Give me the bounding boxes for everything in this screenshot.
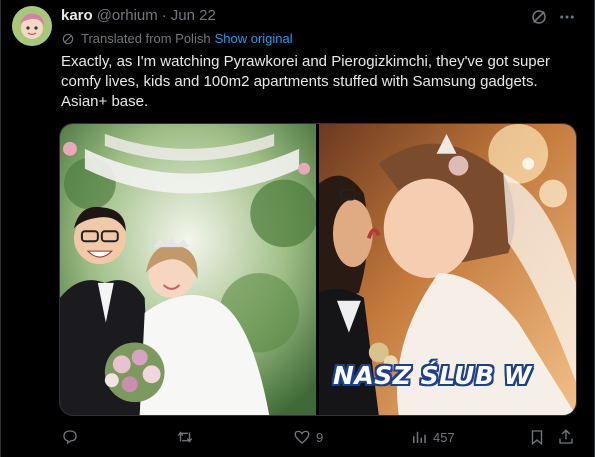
post-text: Exactly, as I'm watching Pyrawkorei and … <box>61 52 586 112</box>
post-header: karo @orhium · Jun 22 <box>61 7 216 24</box>
post-text-line: comfy lives, kids and 100m2 apartments s… <box>61 73 538 90</box>
post[interactable]: karo @orhium · Jun 22 Translated from Po… <box>0 0 595 457</box>
wedding-photo-left[interactable] <box>60 124 316 415</box>
translation-note: Translated from Polish Show original <box>61 31 293 46</box>
more-icon[interactable] <box>557 8 577 26</box>
share-icon <box>559 429 573 444</box>
reply-button[interactable] <box>61 428 84 446</box>
views-count: 457 <box>433 429 455 445</box>
media-gallery[interactable]: NASZ ŚLUB W <box>59 123 577 416</box>
like-icon <box>294 430 310 444</box>
grok-icon[interactable] <box>530 8 548 26</box>
reply-icon <box>63 430 77 445</box>
share-button[interactable] <box>557 428 575 446</box>
like-count: 9 <box>316 429 324 445</box>
like-button[interactable]: 9 <box>293 428 323 446</box>
author-name[interactable]: karo <box>61 7 93 24</box>
views-icon <box>413 431 426 443</box>
repost-button[interactable] <box>176 428 199 446</box>
post-date[interactable]: Jun 22 <box>171 7 216 24</box>
views-button[interactable]: 457 <box>410 428 455 446</box>
translate-icon <box>62 33 74 44</box>
translated-from-label: Translated from Polish <box>81 31 211 46</box>
avatar[interactable] <box>12 6 52 46</box>
show-original-link[interactable]: Show original <box>215 31 293 46</box>
post-text-line: Asian+ base. <box>61 93 149 110</box>
repost-icon <box>177 431 193 443</box>
wedding-photo-right[interactable]: NASZ ŚLUB W <box>319 124 576 415</box>
author-handle[interactable]: @orhium <box>97 7 158 24</box>
post-text-line: Exactly, as I'm watching Pyrawkorei and … <box>61 53 550 70</box>
separator: · <box>161 7 167 24</box>
media-overlay-text: NASZ ŚLUB W <box>333 361 532 390</box>
bookmark-button[interactable] <box>528 428 546 446</box>
action-bar: 9 457 <box>59 428 579 448</box>
bookmark-icon <box>531 430 543 446</box>
